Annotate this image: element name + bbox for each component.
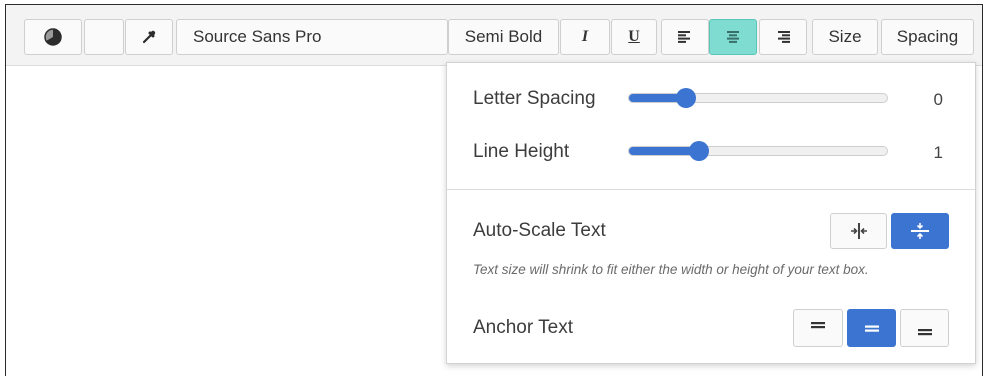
line-height-slider[interactable]: [628, 141, 888, 161]
align-right-button[interactable]: [759, 19, 807, 55]
italic-button[interactable]: I: [560, 19, 610, 55]
color-swatch[interactable]: [84, 19, 124, 55]
text-toolbar: Source Sans Pro Semi Bold I U Size Spaci…: [6, 5, 982, 66]
letter-spacing-handle[interactable]: [675, 88, 696, 108]
anchor-bottom-icon: [917, 320, 932, 336]
font-family-value: Source Sans Pro: [193, 27, 322, 46]
underline-icon: U: [628, 28, 640, 45]
spacing-panel: Letter Spacing 0 Line Height 1 Auto-Scal…: [446, 62, 976, 364]
spacing-label: Spacing: [896, 27, 959, 46]
size-button[interactable]: Size: [812, 19, 878, 55]
fit-height-icon: [910, 222, 930, 240]
align-center-button[interactable]: [709, 19, 757, 55]
anchor-middle-icon: [864, 320, 879, 336]
auto-scale-hint: Text size will shrink to fit either the …: [473, 262, 869, 277]
color-wheel-icon: [43, 27, 63, 47]
line-height-label: Line Height: [473, 141, 570, 162]
font-weight-value: Semi Bold: [464, 27, 543, 46]
eyedropper-icon: [141, 29, 157, 45]
eyedropper-button[interactable]: [125, 19, 173, 55]
color-picker-button[interactable]: [24, 19, 82, 55]
anchor-middle-button[interactable]: [847, 309, 896, 347]
line-height-value: 1: [933, 143, 943, 162]
anchor-text-label: Anchor Text: [473, 317, 573, 338]
anchor-top-button[interactable]: [793, 309, 843, 347]
anchor-bottom-button[interactable]: [900, 309, 949, 347]
panel-divider: [447, 189, 975, 190]
fit-width-icon: [849, 222, 869, 240]
letter-spacing-label: Letter Spacing: [473, 88, 596, 109]
font-weight-select[interactable]: Semi Bold: [448, 19, 559, 55]
auto-scale-label: Auto-Scale Text: [473, 220, 606, 241]
align-right-icon: [776, 31, 790, 43]
italic-icon: I: [581, 28, 589, 45]
auto-scale-height-button[interactable]: [891, 213, 949, 249]
letter-spacing-slider[interactable]: [628, 88, 888, 108]
align-left-icon: [678, 31, 692, 43]
size-label: Size: [828, 27, 862, 46]
auto-scale-width-button[interactable]: [830, 213, 887, 249]
align-left-button[interactable]: [661, 19, 709, 55]
underline-button[interactable]: U: [611, 19, 657, 55]
anchor-top-icon: [811, 320, 825, 336]
line-height-handle[interactable]: [688, 141, 709, 161]
align-center-icon: [726, 31, 740, 43]
letter-spacing-value: 0: [933, 90, 943, 109]
spacing-button[interactable]: Spacing: [881, 19, 974, 55]
font-family-select[interactable]: Source Sans Pro: [176, 19, 448, 55]
